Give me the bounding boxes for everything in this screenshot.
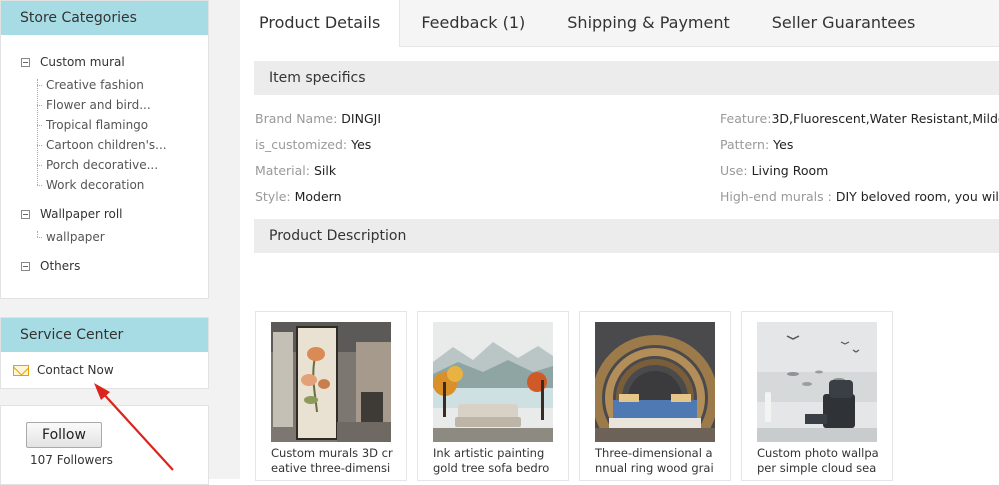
spec-high-end-murals: High-end murals : DIY beloved room, you …: [720, 189, 999, 204]
product-card[interactable]: Ink artistic painting gold tree sofa bed…: [417, 311, 569, 481]
service-center-title: Service Center: [1, 318, 208, 352]
envelope-icon: [13, 364, 29, 376]
category-item[interactable]: Wallpaper roll: [21, 205, 208, 223]
spec-key: Brand Name:: [255, 111, 338, 126]
tab-shipping-payment[interactable]: Shipping & Payment: [546, 0, 751, 46]
spec-key: is_customized:: [255, 137, 348, 152]
tab-product-details[interactable]: Product Details: [240, 0, 401, 47]
spec-feature: Feature:3D,Fluorescent,Water Resistant,M…: [720, 111, 999, 126]
store-categories-panel: Store Categories Custom mural Creative f…: [0, 0, 209, 299]
subcategory-item[interactable]: wallpaper: [1, 227, 208, 247]
spec-value: DIY beloved room, you will b: [835, 189, 999, 204]
subcategory-item[interactable]: Porch decorative...: [1, 155, 208, 175]
contact-now-link[interactable]: Contact Now: [1, 352, 208, 388]
spec-value: Yes: [351, 137, 372, 152]
contact-now-label[interactable]: Contact Now: [37, 363, 114, 377]
follow-button[interactable]: Follow: [26, 422, 102, 448]
item-specifics-header: Item specifics: [254, 61, 999, 95]
category-list: Custom mural Creative fashion Flower and…: [1, 35, 208, 275]
category-custom-mural: Custom mural Creative fashion Flower and…: [1, 53, 208, 195]
product-caption[interactable]: Ink artistic painting gold tree sofa bed…: [433, 446, 555, 476]
spec-key: Pattern:: [720, 137, 770, 152]
collapse-icon[interactable]: [21, 57, 30, 67]
spec-style: Style: Modern: [255, 189, 342, 204]
product-thumbnail[interactable]: [433, 322, 553, 442]
category-item[interactable]: Custom mural: [21, 53, 208, 71]
spec-value: 3D,Fluorescent,Water Resistant,Milde: [771, 111, 999, 126]
follow-panel: Follow 107 Followers: [0, 405, 209, 485]
subcategory-item[interactable]: Tropical flamingo: [1, 115, 208, 135]
product-thumbnail[interactable]: [271, 322, 391, 442]
product-card[interactable]: Custom photo wallpaper simple cloud sea: [741, 311, 893, 481]
subcategory-item[interactable]: Creative fashion: [1, 75, 208, 95]
product-thumbnail[interactable]: [595, 322, 715, 442]
category-label[interactable]: Others: [40, 259, 80, 273]
spec-key: Feature:: [720, 111, 772, 126]
tab-feedback[interactable]: Feedback (1): [400, 0, 546, 46]
product-caption[interactable]: Three-dimensional annual ring wood grai: [595, 446, 717, 476]
store-categories-title: Store Categories: [1, 1, 208, 35]
spec-is-customized: is_customized: Yes: [255, 137, 371, 152]
spec-use: Use: Living Room: [720, 163, 828, 178]
category-wallpaper-roll: Wallpaper roll wallpaper: [1, 205, 208, 247]
subcategory-item[interactable]: Work decoration: [1, 175, 208, 195]
followers-count: 107 Followers: [30, 453, 113, 467]
spec-value: Silk: [313, 163, 337, 178]
spec-value: DINGJI: [341, 111, 382, 126]
product-card[interactable]: Custom murals 3D creative three-dimensi: [255, 311, 407, 481]
subcategory-item[interactable]: Flower and bird...: [1, 95, 208, 115]
spec-pattern: Pattern: Yes: [720, 137, 793, 152]
spec-key: Material:: [255, 163, 310, 178]
spec-value: Living Room: [751, 163, 829, 178]
product-caption[interactable]: Custom murals 3D creative three-dimensi: [271, 446, 393, 476]
subcategory-list: Creative fashion Flower and bird... Trop…: [1, 75, 208, 195]
spec-brand-name: Brand Name: DINGJI: [255, 111, 381, 126]
product-card[interactable]: Three-dimensional annual ring wood grai: [579, 311, 731, 481]
service-center-panel: Service Center Contact Now: [0, 317, 209, 389]
collapse-icon[interactable]: [21, 261, 30, 271]
product-description-header: Product Description: [254, 219, 999, 253]
spec-value: Modern: [294, 189, 342, 204]
product-thumbnail[interactable]: [757, 322, 877, 442]
category-item[interactable]: Others: [21, 257, 208, 275]
spec-key: Use:: [720, 163, 748, 178]
collapse-icon[interactable]: [21, 209, 30, 219]
subcategory-list: wallpaper: [1, 227, 208, 247]
spec-value: Yes: [773, 137, 794, 152]
detail-tabs: Product Details Feedback (1) Shipping & …: [240, 0, 999, 47]
subcategory-item[interactable]: Cartoon children's...: [1, 135, 208, 155]
category-label[interactable]: Custom mural: [40, 55, 125, 69]
category-others: Others: [1, 257, 208, 275]
tab-seller-guarantees[interactable]: Seller Guarantees: [751, 0, 937, 46]
spec-material: Material: Silk: [255, 163, 336, 178]
spec-key: High-end murals :: [720, 189, 832, 204]
category-label[interactable]: Wallpaper roll: [40, 207, 123, 221]
spec-key: Style:: [255, 189, 291, 204]
product-caption[interactable]: Custom photo wallpaper simple cloud sea: [757, 446, 879, 476]
